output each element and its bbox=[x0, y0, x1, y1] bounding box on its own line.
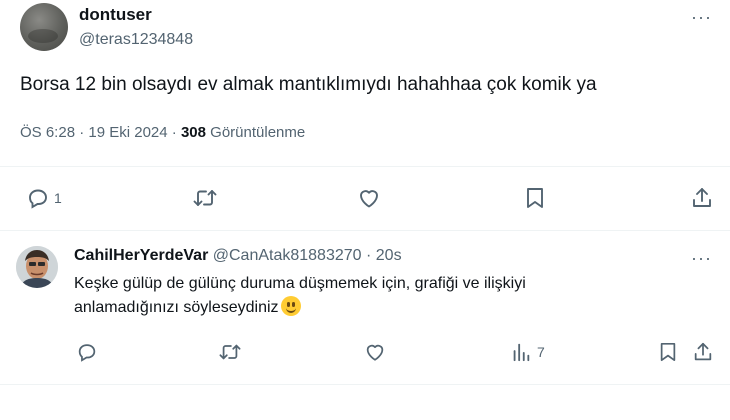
reply-text-line: Keşke gülüp de gülünç duruma düşmemek iç… bbox=[74, 275, 526, 292]
reply-icon bbox=[76, 341, 98, 363]
tweet-text: Borsa 12 bin olsaydı ev almak mantıklımı… bbox=[20, 74, 597, 95]
share-icon bbox=[692, 341, 714, 363]
divider bbox=[0, 230, 730, 231]
divider bbox=[0, 384, 730, 385]
reply-author-avatar[interactable] bbox=[16, 246, 58, 288]
bookmark-icon bbox=[658, 341, 678, 363]
reply-views-count: 7 bbox=[537, 344, 545, 360]
retweet-icon bbox=[192, 186, 218, 210]
tweet-time[interactable]: ÖS 6:28 bbox=[20, 124, 75, 141]
more-options-button[interactable]: ··· bbox=[691, 8, 712, 26]
reply-author-handle[interactable]: @CanAtak81883270 bbox=[213, 247, 362, 264]
reply-icon bbox=[26, 186, 50, 210]
reply-bookmark-button[interactable] bbox=[658, 341, 678, 363]
reply-header: CahilHerYerdeVar @CanAtak81883270 · 20s bbox=[74, 247, 402, 265]
reply-share-button[interactable] bbox=[692, 341, 714, 363]
reply-button[interactable]: 1 bbox=[26, 186, 62, 210]
author-avatar[interactable] bbox=[20, 3, 68, 51]
tweet-meta: ÖS 6:28 · 19 Eki 2024 · 308 Görüntülenme bbox=[20, 124, 305, 141]
views-count: 308 bbox=[180, 124, 206, 141]
reply-count: 1 bbox=[54, 190, 62, 206]
heart-icon bbox=[357, 186, 381, 210]
reply-reply-button[interactable] bbox=[76, 341, 98, 363]
reply-time[interactable]: 20s bbox=[376, 247, 402, 264]
retweet-icon bbox=[218, 341, 242, 363]
reply-text: Keşke gülüp de gülünç duruma düşmemek iç… bbox=[74, 272, 674, 320]
divider bbox=[0, 166, 730, 167]
meta-separator: · bbox=[366, 247, 372, 264]
like-button[interactable] bbox=[357, 186, 381, 210]
reply-like-button[interactable] bbox=[364, 341, 386, 363]
bookmark-button[interactable] bbox=[524, 186, 546, 210]
smiling-face-icon bbox=[280, 296, 301, 316]
bookmark-icon bbox=[524, 186, 546, 210]
share-button[interactable] bbox=[690, 186, 714, 210]
views-icon bbox=[510, 341, 532, 363]
author-name[interactable]: dontuser bbox=[79, 5, 152, 25]
reply-author-name[interactable]: CahilHerYerdeVar bbox=[74, 247, 208, 264]
reply-more-options-button[interactable]: ··· bbox=[691, 249, 712, 267]
meta-separator: · bbox=[79, 124, 85, 141]
reply-retweet-button[interactable] bbox=[218, 341, 242, 363]
tweet-date[interactable]: 19 Eki 2024 bbox=[88, 124, 167, 141]
retweet-button[interactable] bbox=[192, 186, 218, 210]
views-label: Görüntülenme bbox=[210, 124, 306, 141]
share-icon bbox=[690, 186, 714, 210]
meta-separator: · bbox=[171, 124, 177, 141]
author-handle[interactable]: @teras1234848 bbox=[79, 31, 193, 49]
reply-text-line: anlamadığınızı söyleseydiniz bbox=[74, 299, 279, 316]
heart-icon bbox=[364, 341, 386, 363]
reply-views-button[interactable]: 7 bbox=[510, 341, 545, 363]
